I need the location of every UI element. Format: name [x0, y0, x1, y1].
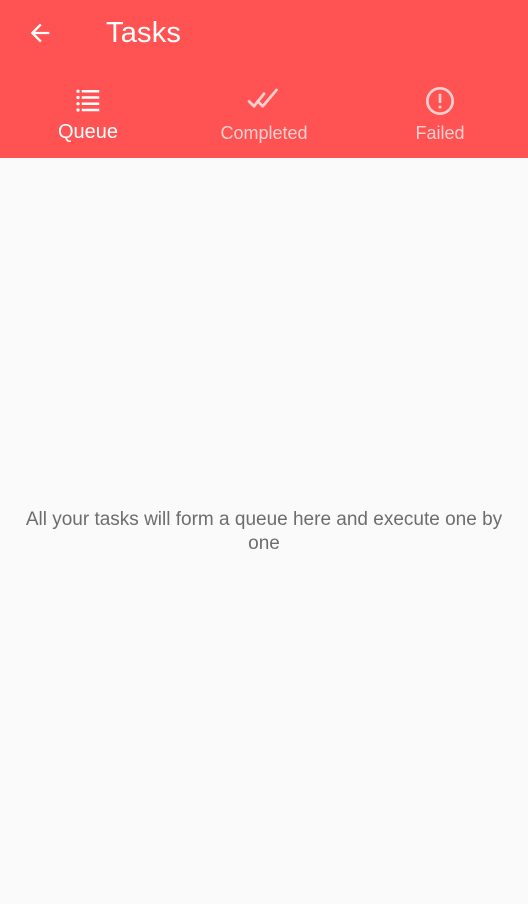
tab-completed[interactable]: Completed: [176, 70, 352, 158]
tab-queue[interactable]: Queue: [0, 70, 176, 158]
empty-state-message: All your tasks will form a queue here an…: [25, 509, 503, 554]
back-button[interactable]: [16, 14, 64, 56]
tab-failed-label: Failed: [415, 122, 465, 143]
arrow-left-icon: [26, 19, 54, 52]
queue-content: All your tasks will form a queue here an…: [0, 158, 528, 904]
page-title: Tasks: [106, 17, 182, 49]
list-icon: [73, 85, 103, 117]
tasks-screen: Tasks Queue Completed Failed All your ta…: [0, 0, 528, 904]
app-header: Tasks Queue Completed Failed: [0, 0, 528, 158]
tab-bar: Queue Completed Failed: [0, 70, 528, 158]
alert-circle-icon: [424, 85, 456, 117]
double-check-icon: [246, 85, 282, 117]
tab-queue-label: Queue: [57, 120, 119, 143]
toolbar: Tasks: [0, 0, 528, 70]
tab-failed[interactable]: Failed: [352, 70, 528, 158]
tab-completed-label: Completed: [220, 122, 308, 143]
